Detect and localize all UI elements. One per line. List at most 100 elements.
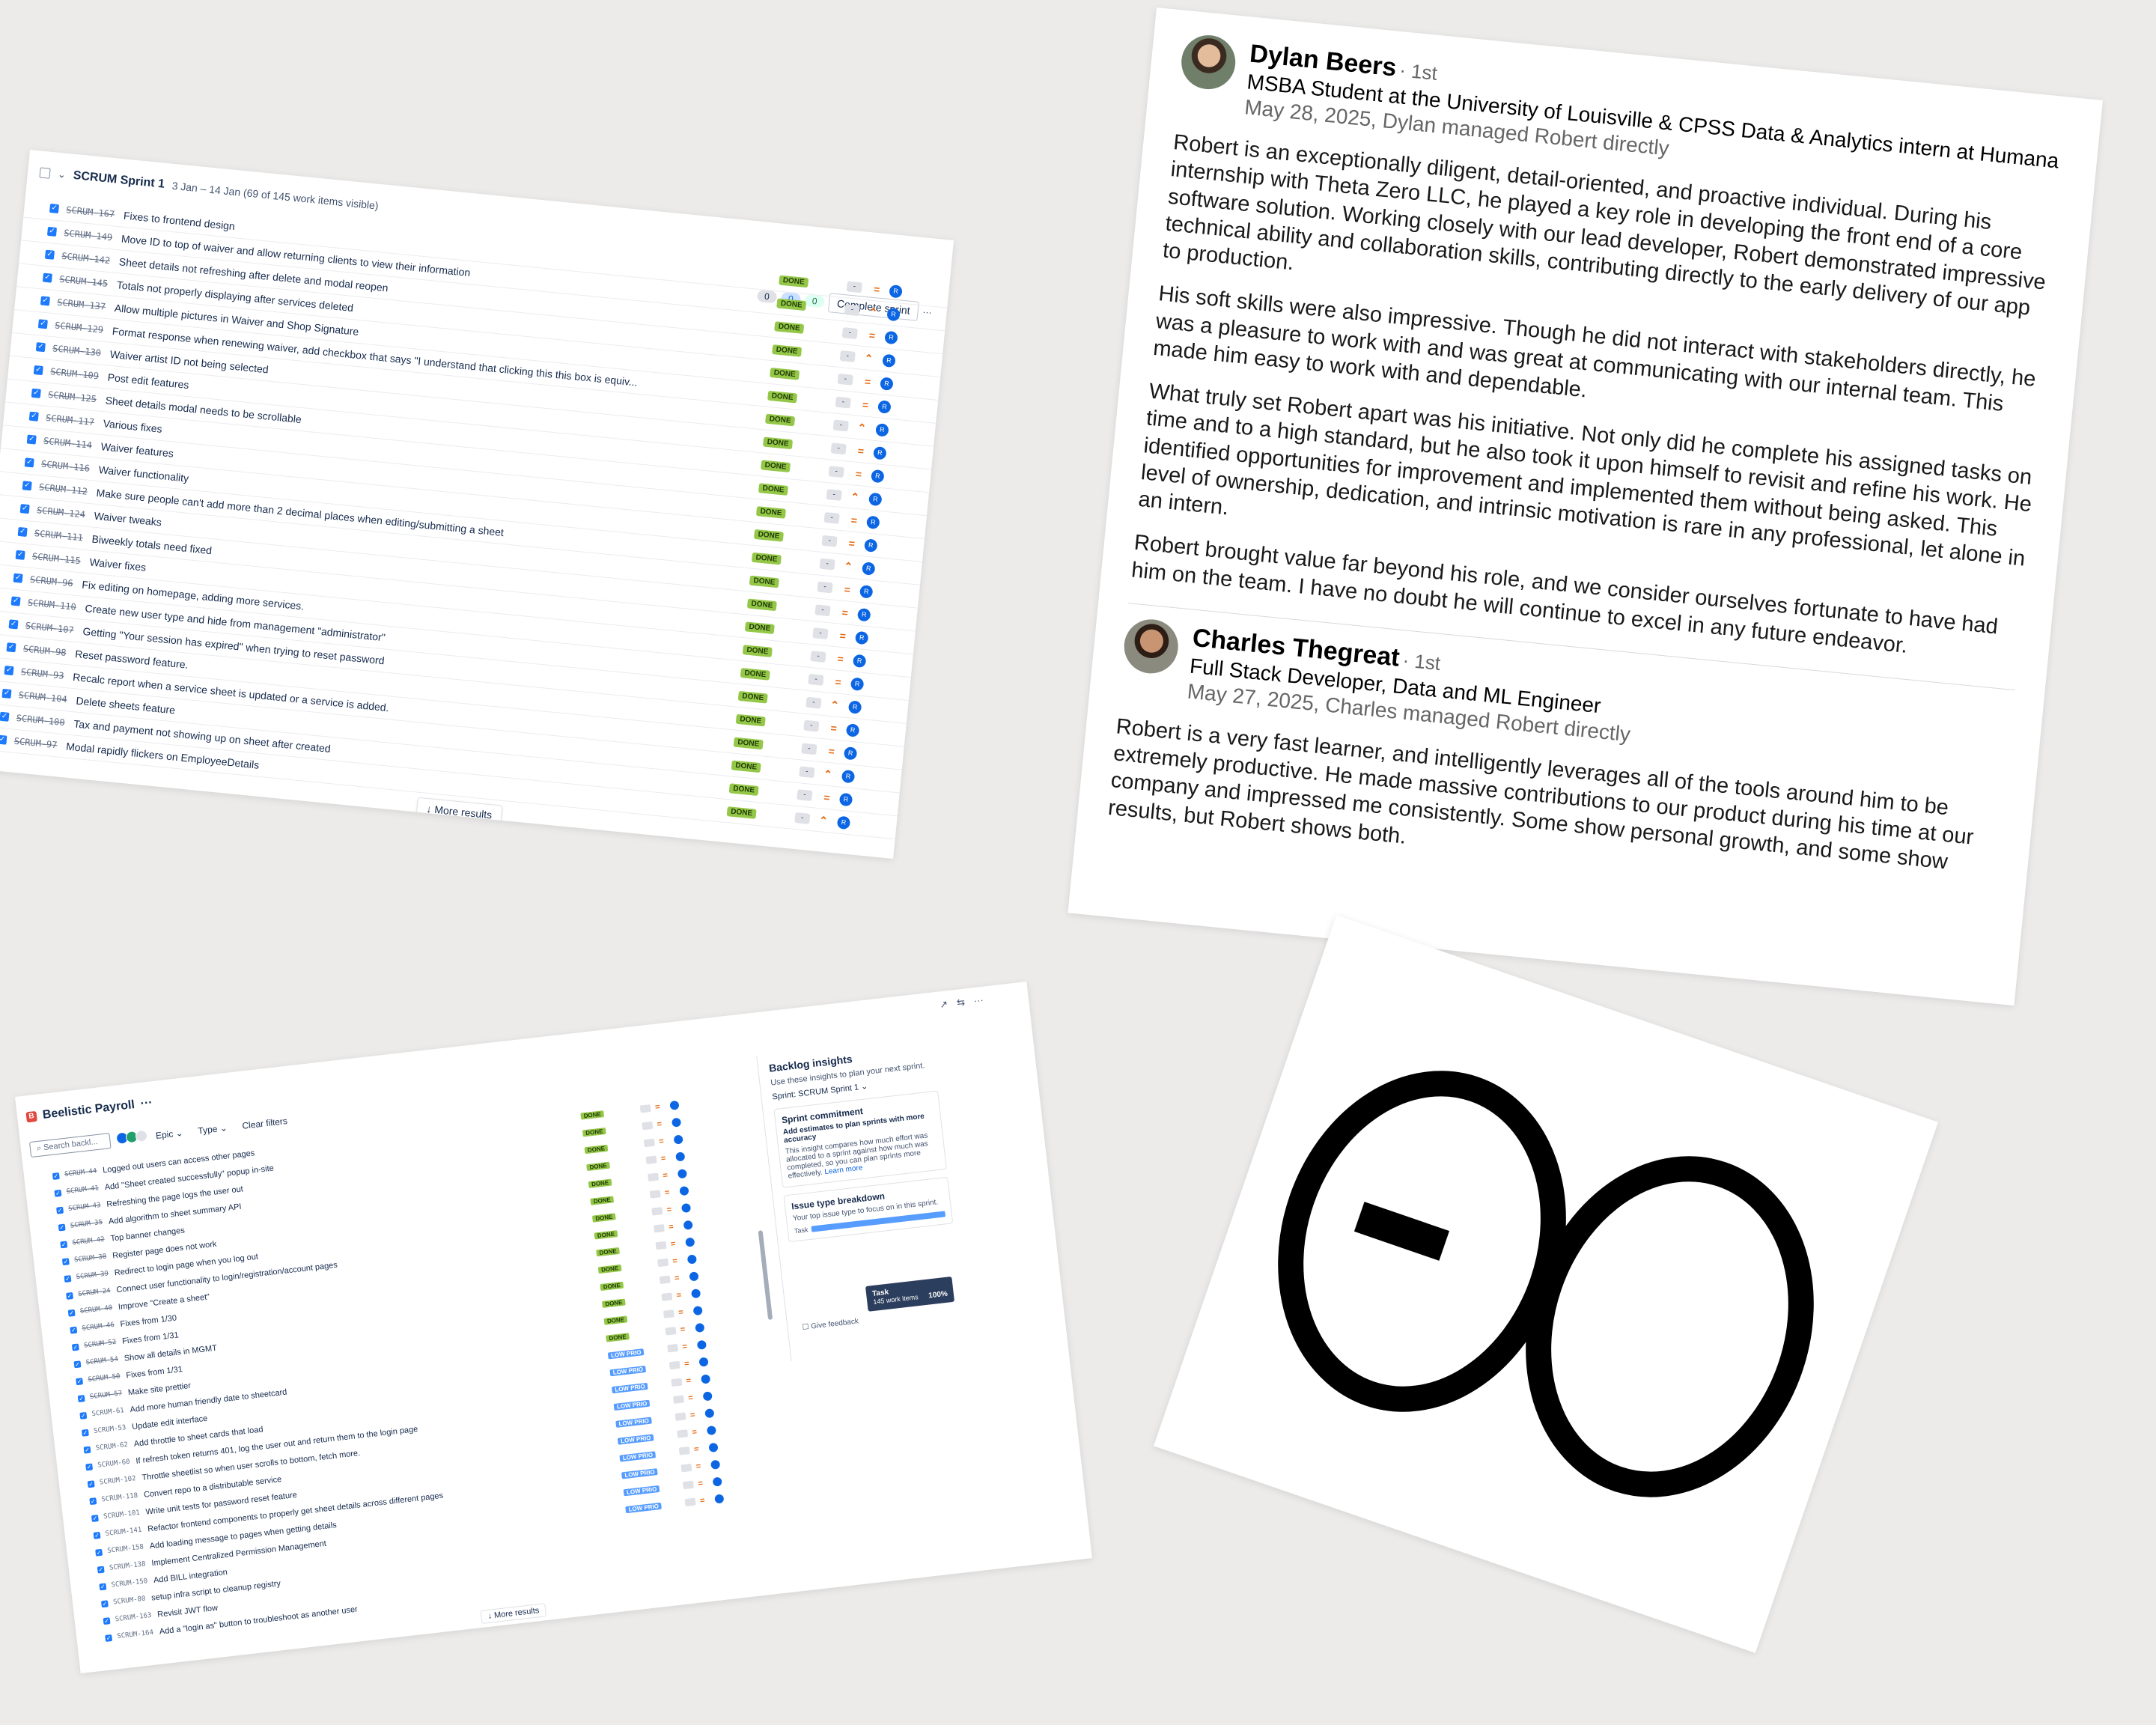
status-badge[interactable]: DONE: [776, 297, 807, 311]
project-more-icon[interactable]: ···: [140, 1096, 153, 1111]
assignee-avatar[interactable]: [689, 1271, 699, 1282]
status-badge[interactable]: LOW PRIO: [619, 1450, 657, 1462]
issue-key[interactable]: SCRUM-112: [38, 481, 88, 496]
estimate-field[interactable]: [642, 1121, 654, 1131]
issue-key[interactable]: SCRUM-96: [29, 574, 73, 589]
status-badge[interactable]: DONE: [601, 1297, 626, 1308]
assignee-avatar[interactable]: R: [843, 746, 858, 761]
status-badge[interactable]: DONE: [758, 482, 789, 496]
estimate-field[interactable]: -: [835, 396, 851, 409]
assignee-avatar[interactable]: R: [866, 514, 880, 529]
assignee-avatar[interactable]: [695, 1322, 705, 1333]
assignee-avatar[interactable]: R: [880, 376, 894, 391]
issue-key[interactable]: SCRUM-163: [115, 1612, 152, 1623]
chevron-down-icon[interactable]: ⌄: [57, 168, 66, 181]
issue-key[interactable]: SCRUM-109: [50, 366, 100, 381]
estimate-field[interactable]: [655, 1241, 667, 1250]
issue-key[interactable]: SCRUM-130: [52, 343, 102, 358]
status-badge[interactable]: DONE: [731, 759, 761, 773]
issue-key[interactable]: SCRUM-158: [107, 1543, 144, 1554]
estimate-field[interactable]: -: [846, 281, 862, 293]
status-badge[interactable]: LOW PRIO: [609, 1365, 647, 1376]
issue-key[interactable]: SCRUM-124: [36, 505, 85, 520]
status-badge[interactable]: DONE: [767, 390, 798, 404]
issue-key[interactable]: SCRUM-149: [64, 228, 113, 243]
issue-key[interactable]: SCRUM-107: [25, 620, 74, 635]
assignee-avatar[interactable]: R: [884, 330, 898, 344]
assignee-avatar[interactable]: [714, 1494, 725, 1504]
estimate-field[interactable]: -: [797, 789, 813, 802]
assignee-avatar[interactable]: R: [871, 469, 885, 483]
search-input[interactable]: ⌕ Search backl...: [28, 1133, 112, 1158]
estimate-field[interactable]: -: [839, 350, 856, 362]
issue-key[interactable]: SCRUM-43: [68, 1202, 101, 1213]
status-badge[interactable]: DONE: [606, 1332, 630, 1342]
status-badge[interactable]: LOW PRIO: [611, 1382, 649, 1393]
assignee-avatar[interactable]: R: [847, 699, 862, 714]
assignee-avatar[interactable]: R: [850, 676, 865, 691]
assignee-avatar[interactable]: R: [889, 284, 903, 299]
issue-key[interactable]: SCRUM-24: [78, 1287, 111, 1298]
type-filter-button[interactable]: Type ⌄: [192, 1120, 232, 1138]
status-badge[interactable]: DONE: [582, 1127, 606, 1137]
estimate-field[interactable]: [663, 1309, 674, 1318]
issue-key[interactable]: SCRUM-164: [117, 1629, 154, 1640]
estimate-field[interactable]: -: [808, 673, 824, 686]
estimate-field[interactable]: -: [803, 719, 820, 732]
estimate-field[interactable]: -: [823, 511, 840, 524]
assignee-avatar[interactable]: [700, 1374, 711, 1384]
estimate-field[interactable]: -: [799, 766, 815, 779]
issue-key[interactable]: SCRUM-150: [111, 1578, 148, 1589]
issue-key[interactable]: SCRUM-39: [76, 1270, 109, 1281]
issue-key[interactable]: SCRUM-142: [61, 251, 111, 266]
status-badge[interactable]: LOW PRIO: [623, 1485, 660, 1496]
status-badge[interactable]: DONE: [761, 459, 791, 472]
issue-key[interactable]: SCRUM-60: [97, 1458, 130, 1470]
assignee-avatar[interactable]: [680, 1202, 692, 1214]
assignee-avatar[interactable]: [702, 1391, 713, 1402]
estimate-field[interactable]: -: [810, 651, 826, 663]
issue-key[interactable]: SCRUM-125: [48, 389, 97, 404]
estimate-field[interactable]: -: [794, 812, 811, 824]
backlog-more-results-button[interactable]: ↓ More results: [480, 1603, 547, 1624]
issue-key[interactable]: SCRUM-62: [95, 1441, 128, 1452]
status-badge[interactable]: LOW PRIO: [621, 1467, 659, 1479]
assignee-avatar[interactable]: R: [864, 538, 878, 553]
assignee-avatar[interactable]: [698, 1357, 709, 1367]
estimate-field[interactable]: -: [844, 304, 860, 317]
status-badge[interactable]: DONE: [590, 1195, 615, 1205]
estimate-field[interactable]: [639, 1104, 651, 1113]
issue-key[interactable]: SCRUM-145: [59, 274, 109, 289]
estimate-field[interactable]: -: [841, 327, 858, 339]
assignee-avatar[interactable]: [683, 1220, 693, 1230]
issue-key[interactable]: SCRUM-57: [90, 1390, 123, 1401]
estimate-field[interactable]: [677, 1429, 689, 1438]
estimate-field[interactable]: -: [812, 627, 829, 640]
issue-key[interactable]: SCRUM-53: [94, 1424, 127, 1435]
issue-key[interactable]: SCRUM-93: [20, 666, 64, 681]
clear-filters-button[interactable]: Clear filters: [237, 1113, 292, 1133]
assignee-avatar[interactable]: [696, 1339, 707, 1350]
estimate-field[interactable]: [684, 1497, 696, 1507]
estimate-field[interactable]: -: [806, 696, 822, 709]
assignee-avatar[interactable]: R: [836, 815, 851, 830]
assignee-avatar[interactable]: [673, 1134, 683, 1145]
issue-key[interactable]: SCRUM-97: [13, 736, 58, 751]
issue-key[interactable]: SCRUM-54: [85, 1356, 118, 1367]
estimate-field[interactable]: [657, 1258, 669, 1268]
estimate-field[interactable]: [672, 1395, 684, 1405]
issue-key[interactable]: SCRUM-46: [82, 1321, 115, 1333]
estimate-field[interactable]: [671, 1378, 683, 1387]
estimate-field[interactable]: -: [817, 581, 833, 594]
estimate-field[interactable]: [651, 1207, 663, 1216]
status-badge[interactable]: DONE: [744, 621, 775, 634]
epic-filter-button[interactable]: Epic ⌄: [150, 1125, 188, 1143]
estimate-field[interactable]: -: [832, 419, 849, 432]
estimate-field[interactable]: -: [830, 442, 847, 455]
assignee-avatar[interactable]: R: [862, 561, 876, 576]
estimate-field[interactable]: [669, 1360, 680, 1370]
estimate-field[interactable]: -: [826, 489, 842, 501]
estimate-field[interactable]: [649, 1190, 661, 1199]
assignee-avatar[interactable]: [675, 1151, 686, 1162]
status-badge[interactable]: LOW PRIO: [617, 1433, 654, 1445]
